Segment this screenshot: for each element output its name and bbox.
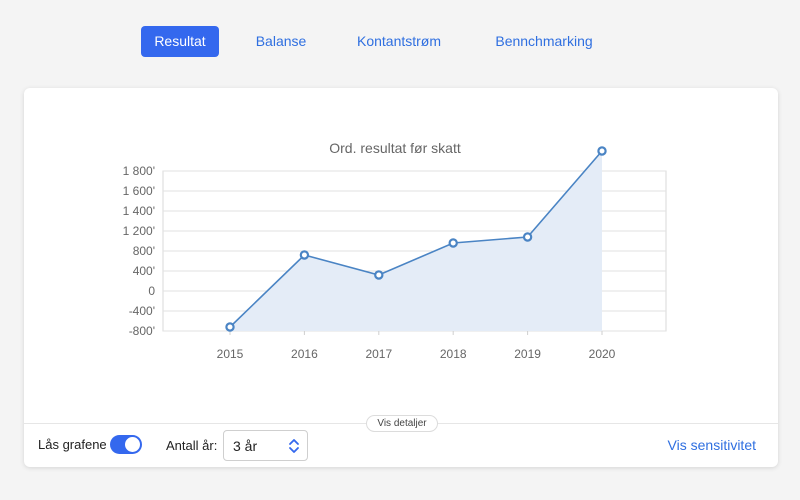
x-tick-label: 2016 [291, 347, 318, 361]
data-point[interactable] [225, 322, 235, 332]
data-point[interactable] [299, 250, 310, 260]
years-label: Antall år: [166, 438, 218, 453]
select-chevrons-icon [289, 439, 299, 453]
y-tick-label: 800' [133, 244, 155, 258]
lock-graphs-toggle[interactable] [110, 435, 142, 454]
y-tick-label: -400' [129, 304, 155, 318]
y-tick-label: 1 400' [123, 204, 155, 218]
tab-kontantstrom[interactable]: Kontantstrøm [350, 26, 448, 57]
tab-bar: Resultat Balanse Kontantstrøm Bennchmark… [0, 26, 800, 58]
tab-benchmarking[interactable]: Bennchmarking [487, 26, 601, 57]
x-tick-label: 2019 [514, 347, 541, 361]
chart-card: Ord. resultat før skatt 1 800' 1 600' 1 40… [24, 88, 778, 467]
y-tick-label: 1 800' [123, 164, 155, 178]
chart-title: Ord. resultat før skatt [329, 140, 461, 156]
lock-graphs-label: Lås grafene [38, 437, 107, 452]
x-tick-label: 2017 [365, 347, 392, 361]
toggle-knob [125, 437, 140, 452]
y-tick-label: 1 200' [123, 224, 155, 238]
show-sensitivity-link[interactable]: Vis sensitivitet [668, 437, 756, 453]
y-tick-label: 400' [133, 264, 155, 278]
tab-balanse[interactable]: Balanse [248, 26, 314, 57]
tab-resultat[interactable]: Resultat [141, 26, 219, 57]
years-value: 3 år [233, 438, 258, 454]
y-tick-label: 1 600' [123, 184, 155, 198]
y-tick-label: 0 [148, 284, 155, 298]
data-point[interactable] [374, 270, 384, 280]
data-point[interactable] [597, 146, 607, 156]
x-tick-label: 2020 [589, 347, 616, 361]
area-fill [230, 151, 602, 331]
data-point[interactable] [522, 232, 533, 242]
y-tick-label: -800' [129, 324, 155, 338]
details-button[interactable]: Vis detaljer [366, 415, 438, 432]
x-tick-label: 2015 [217, 347, 244, 361]
x-tick-label: 2018 [440, 347, 467, 361]
years-select[interactable]: 3 år [223, 430, 308, 461]
result-chart: Ord. resultat før skatt 1 800' 1 600' 1 40… [123, 140, 667, 361]
data-point[interactable] [448, 238, 458, 248]
